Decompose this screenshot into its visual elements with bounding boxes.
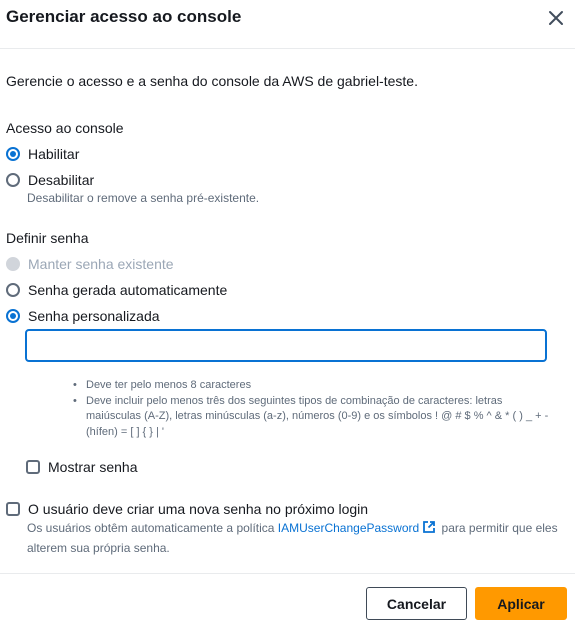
reset-password-checkbox-row[interactable]: O usuário deve criar uma nova senha no p… <box>6 501 368 517</box>
radio-button-checked[interactable] <box>6 147 20 161</box>
show-password-checkbox[interactable] <box>26 460 40 474</box>
radio-label: Senha personalizada <box>28 308 160 324</box>
radio-button-checked[interactable] <box>6 309 20 323</box>
external-link-icon[interactable] <box>422 520 436 539</box>
radio-button[interactable] <box>6 173 20 187</box>
reset-hint-before: Os usuários obtêm automaticamente a polí… <box>27 521 278 535</box>
radio-desabilitar[interactable]: Desabilitar <box>6 171 94 189</box>
console-access-label: Acesso ao console <box>6 120 124 136</box>
modal-title: Gerenciar acesso ao console <box>6 7 242 26</box>
password-rule: Deve incluir pelo menos três dos seguint… <box>73 394 553 441</box>
custom-password-input[interactable] <box>25 329 547 362</box>
show-password-checkbox-row[interactable]: Mostrar senha <box>26 459 137 475</box>
password-rule: Deve ter pelo menos 8 caracteres <box>73 378 553 394</box>
radio-custom-password[interactable]: Senha personalizada <box>6 307 160 325</box>
radio-auto-password[interactable]: Senha gerada automaticamente <box>6 281 227 299</box>
apply-button[interactable]: Aplicar <box>475 587 567 620</box>
modal-header: Gerenciar acesso ao console <box>0 0 575 49</box>
cancel-button[interactable]: Cancelar <box>366 587 467 620</box>
disable-hint: Desabilitar o remove a senha pré-existen… <box>27 191 260 205</box>
reset-password-hint: Os usuários obtêm automaticamente a polí… <box>27 519 572 557</box>
show-password-label: Mostrar senha <box>48 459 138 475</box>
radio-keep-password: Manter senha existente <box>6 255 174 273</box>
reset-password-label: O usuário deve criar uma nova senha no p… <box>28 501 369 517</box>
iam-policy-link[interactable]: IAMUserChangePassword <box>278 521 419 535</box>
radio-habilitar[interactable]: Habilitar <box>6 145 79 163</box>
radio-button[interactable] <box>6 283 20 297</box>
radio-label: Manter senha existente <box>28 256 174 272</box>
modal-description: Gerencie o acesso e a senha do console d… <box>6 73 418 89</box>
password-rules: Deve ter pelo menos 8 caracteres Deve in… <box>73 378 553 440</box>
radio-label: Desabilitar <box>28 172 95 188</box>
footer-divider <box>0 573 575 574</box>
radio-button-disabled <box>6 257 20 271</box>
reset-password-checkbox[interactable] <box>6 502 20 516</box>
radio-label: Habilitar <box>28 146 80 162</box>
radio-label: Senha gerada automaticamente <box>28 282 228 298</box>
close-icon[interactable] <box>546 8 566 28</box>
password-section-label: Definir senha <box>6 230 89 246</box>
